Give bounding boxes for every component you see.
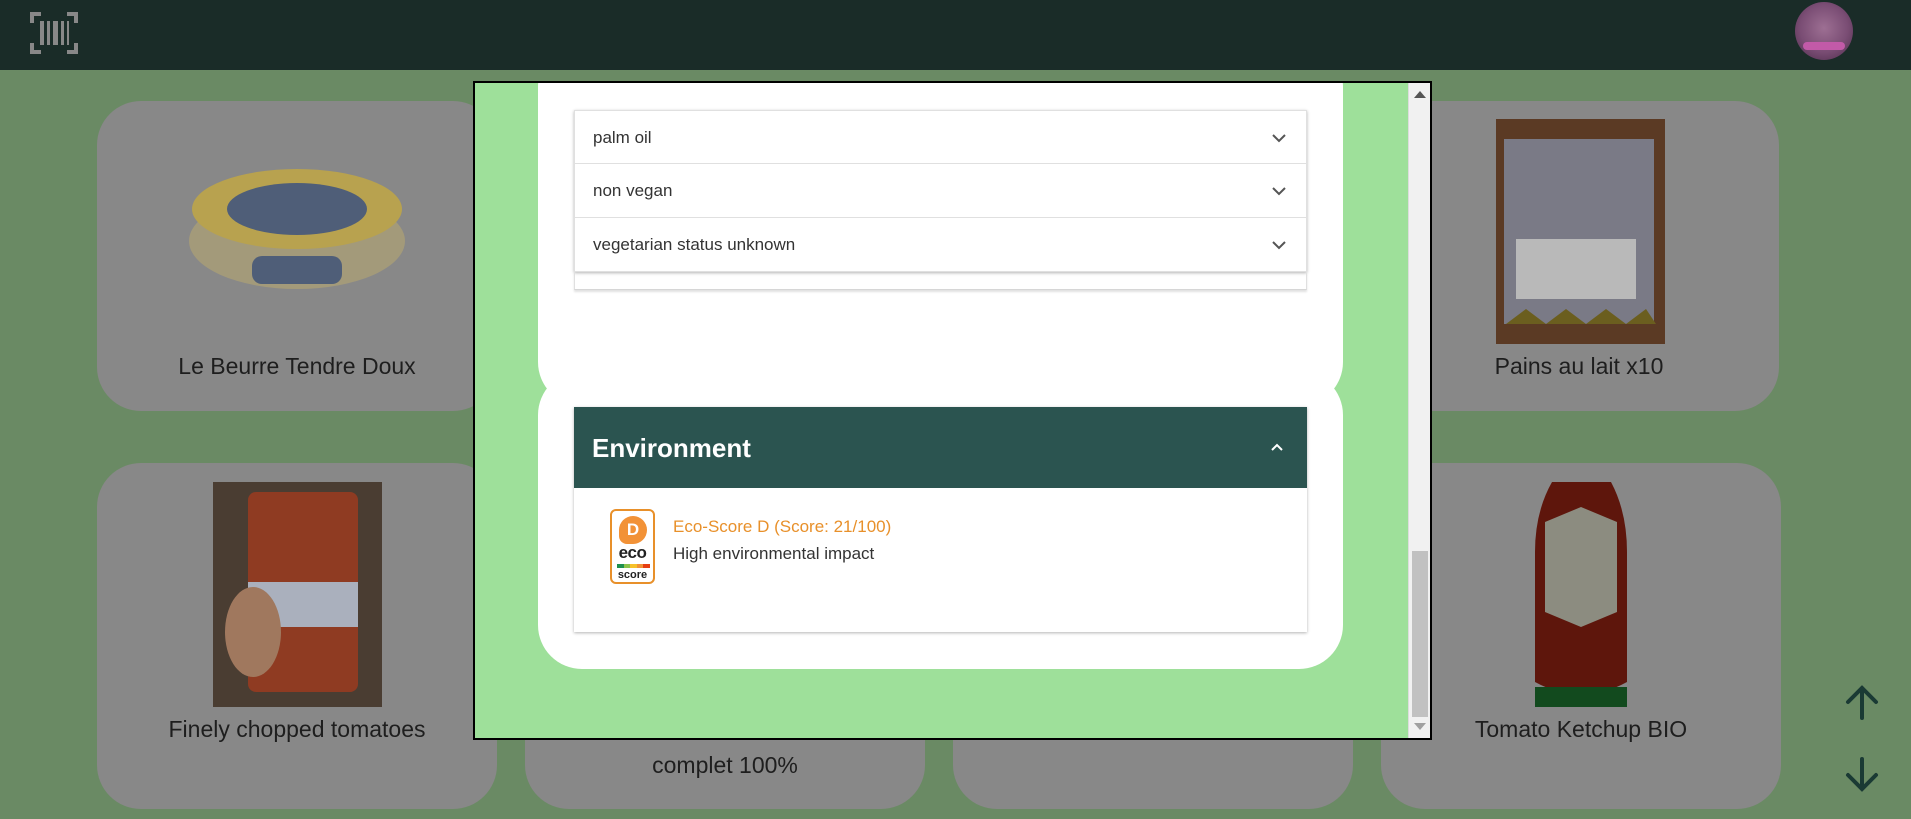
modal-scrollbar[interactable] — [1408, 83, 1430, 738]
barcode-icon[interactable] — [30, 11, 78, 55]
ingredients-analysis-list: palm oil non vegan vegetarian status unk… — [574, 110, 1307, 272]
analysis-item-non-vegan[interactable]: non vegan — [574, 164, 1307, 218]
chevron-down-icon — [1272, 134, 1286, 143]
product-card[interactable]: Finely chopped tomatoes — [97, 463, 497, 809]
scroll-thumb[interactable] — [1412, 551, 1428, 717]
eco-score-grade: D — [619, 516, 647, 544]
product-details-modal: g y palm oil non vegan vegetarian status… — [473, 81, 1432, 740]
eco-badge-word: eco — [618, 543, 647, 562]
chevron-down-icon — [1272, 187, 1286, 196]
scroll-down-icon[interactable] — [1414, 723, 1426, 730]
scroll-up-icon[interactable] — [1414, 91, 1426, 98]
analysis-item-label: vegetarian status unknown — [593, 235, 796, 254]
analysis-item-palm-oil[interactable]: palm oil — [574, 110, 1307, 164]
product-title: Finely chopped tomatoes — [168, 716, 426, 742]
eco-score-icon: D eco score — [610, 509, 655, 584]
eco-score-label[interactable]: Eco-Score D (Score: 21/100) — [673, 517, 891, 537]
ingredients-analysis-panel: g y palm oil non vegan vegetarian status… — [538, 83, 1343, 406]
product-image — [1497, 482, 1666, 707]
product-image — [189, 169, 405, 289]
analysis-item-vegetarian[interactable]: vegetarian status unknown — [574, 218, 1307, 272]
product-title: complet 100% — [652, 752, 798, 778]
environment-panel: Environment D eco score Eco-Score D (Sco… — [538, 371, 1343, 669]
eco-score-description: High environmental impact — [673, 544, 875, 563]
avatar[interactable] — [1795, 2, 1853, 60]
analysis-item-label: non vegan — [593, 181, 673, 200]
product-title: Tomato Ketchup BIO — [1474, 716, 1688, 742]
arrow-up-icon[interactable] — [1840, 680, 1884, 724]
product-image — [213, 482, 382, 707]
product-card[interactable]: Tomato Ketchup BIO — [1381, 463, 1781, 809]
top-bar — [0, 0, 1911, 70]
environment-header[interactable]: Environment — [574, 407, 1307, 488]
environment-title: Environment — [592, 433, 751, 463]
product-image — [1496, 119, 1665, 344]
card-bottom-edge — [574, 272, 1307, 290]
eco-score-color-bars — [617, 564, 650, 568]
product-title: Pains au lait x10 — [1494, 353, 1664, 379]
analysis-item-label: palm oil — [593, 128, 652, 147]
environment-card: Environment D eco score Eco-Score D (Sco… — [574, 407, 1307, 632]
chevron-down-icon — [1272, 241, 1286, 250]
product-card[interactable]: Le Beurre Tendre Doux — [97, 101, 497, 411]
eco-badge-subword: score — [617, 569, 648, 581]
chevron-up-icon[interactable] — [1269, 439, 1285, 455]
product-card[interactable]: Pains au lait x10 — [1379, 101, 1779, 411]
arrow-down-icon[interactable] — [1840, 753, 1884, 797]
product-title: Le Beurre Tendre Doux — [178, 353, 416, 379]
